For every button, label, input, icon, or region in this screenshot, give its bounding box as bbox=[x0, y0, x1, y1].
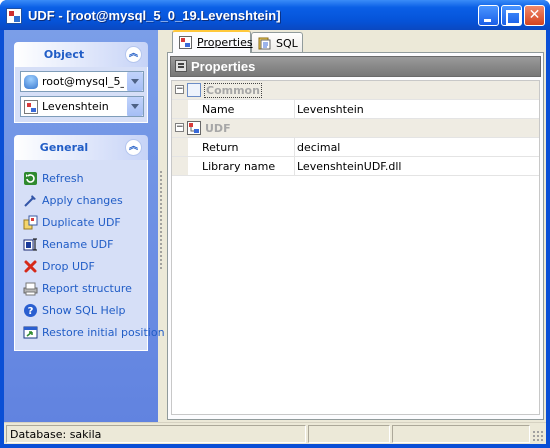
refresh-icon bbox=[24, 172, 37, 185]
udf-category-icon bbox=[187, 121, 201, 135]
help-icon: ? bbox=[24, 304, 37, 317]
object-panel-title: Object bbox=[43, 48, 85, 61]
window-title: UDF - [root@mysql_5_0_19.Levenshtein] bbox=[28, 8, 281, 23]
minimize-button[interactable] bbox=[478, 5, 499, 26]
tab-properties[interactable]: Properties bbox=[172, 30, 253, 53]
property-value[interactable]: decimal bbox=[297, 141, 340, 154]
resize-grip-icon[interactable] bbox=[532, 430, 544, 442]
connection-value: root@mysql_5_0_19 bbox=[42, 75, 124, 88]
tab-properties-label: Properties bbox=[197, 36, 253, 49]
properties-header-icon bbox=[175, 60, 187, 72]
chevron-down-icon[interactable] bbox=[126, 97, 143, 116]
udf-window: UDF - [root@mysql_5_0_19.Levenshtein] ✕ … bbox=[0, 0, 550, 448]
drop-udf-label: Drop UDF bbox=[42, 260, 95, 273]
connection-select[interactable]: root@mysql_5_0_19 bbox=[20, 71, 144, 92]
status-database: Database: sakila bbox=[6, 425, 306, 443]
properties-page: Properties − Common Name Levenshtein − U… bbox=[167, 52, 544, 420]
general-collapse-icon[interactable]: ︽ bbox=[125, 139, 142, 156]
app-icon[interactable] bbox=[6, 8, 22, 24]
drop-icon bbox=[24, 260, 37, 273]
duplicate-udf-link[interactable]: Duplicate UDF bbox=[23, 214, 153, 232]
tab-strip: Properties SQL bbox=[168, 30, 546, 53]
restore-position-label: Restore initial position bbox=[42, 326, 165, 339]
property-value[interactable]: Levenshtein bbox=[297, 103, 364, 116]
panel-splitter[interactable] bbox=[159, 170, 163, 270]
rename-udf-link[interactable]: Rename UDF bbox=[23, 236, 153, 254]
rename-udf-label: Rename UDF bbox=[42, 238, 114, 251]
status-bar: Database: sakila bbox=[4, 422, 546, 444]
duplicate-udf-label: Duplicate UDF bbox=[42, 216, 121, 229]
tab-sql[interactable]: SQL bbox=[251, 32, 303, 53]
category-common[interactable]: − Common bbox=[172, 81, 539, 100]
property-name: Library name bbox=[202, 160, 276, 173]
property-grid: − Common Name Levenshtein − UDF Return d… bbox=[171, 80, 540, 415]
show-sql-help-link[interactable]: ? Show SQL Help bbox=[23, 302, 153, 320]
report-structure-link[interactable]: Report structure bbox=[23, 280, 153, 298]
close-icon: ✕ bbox=[528, 7, 541, 23]
udf-value: Levenshtein bbox=[42, 100, 109, 113]
property-row-name[interactable]: Name Levenshtein bbox=[172, 100, 539, 119]
status-panel-3 bbox=[392, 425, 530, 443]
rename-icon bbox=[23, 238, 37, 251]
property-value[interactable]: LevenshteinUDF.dll bbox=[297, 160, 401, 173]
refresh-link[interactable]: Refresh bbox=[23, 170, 153, 188]
object-collapse-icon[interactable]: ︽ bbox=[125, 46, 142, 63]
category-common-label: Common bbox=[204, 83, 262, 98]
udf-select[interactable]: Levenshtein bbox=[20, 96, 144, 117]
object-panel: root@mysql_5_0_19 Levenshtein bbox=[14, 67, 148, 123]
properties-header: Properties bbox=[170, 56, 541, 77]
refresh-label: Refresh bbox=[42, 172, 84, 185]
category-udf-label: UDF bbox=[205, 122, 231, 135]
tab-sql-label: SQL bbox=[276, 37, 298, 50]
sidebar: Object ︽ root@mysql_5_0_19 Levenshtein G… bbox=[4, 30, 165, 422]
client-area: Object ︽ root@mysql_5_0_19 Levenshtein G… bbox=[4, 30, 546, 444]
chevron-down-icon[interactable] bbox=[126, 72, 143, 91]
drop-udf-link[interactable]: Drop UDF bbox=[23, 258, 153, 276]
restore-position-link[interactable]: Restore initial position bbox=[23, 324, 165, 342]
sql-icon bbox=[258, 37, 271, 50]
status-panel-2 bbox=[308, 425, 390, 443]
collapse-icon[interactable]: − bbox=[175, 123, 184, 132]
general-panel: Refresh Apply changes Duplicate UDF Rena… bbox=[14, 160, 165, 351]
report-icon bbox=[23, 282, 38, 296]
duplicate-icon bbox=[23, 215, 38, 230]
apply-icon bbox=[24, 195, 36, 207]
apply-changes-label: Apply changes bbox=[42, 194, 123, 207]
report-structure-label: Report structure bbox=[42, 282, 132, 295]
category-udf[interactable]: − UDF bbox=[172, 119, 539, 138]
property-name: Return bbox=[202, 141, 239, 154]
title-bar[interactable]: UDF - [root@mysql_5_0_19.Levenshtein] ✕ bbox=[0, 0, 550, 30]
general-panel-title: General bbox=[39, 141, 89, 154]
apply-changes-link[interactable]: Apply changes bbox=[23, 192, 153, 210]
collapse-icon[interactable]: − bbox=[175, 85, 184, 94]
object-panel-header[interactable]: Object ︽ bbox=[14, 42, 148, 67]
close-button[interactable]: ✕ bbox=[524, 5, 545, 26]
property-row-library-name[interactable]: Library name LevenshteinUDF.dll bbox=[172, 157, 539, 176]
properties-icon bbox=[179, 36, 192, 49]
properties-header-title: Properties bbox=[191, 59, 256, 74]
svg-text:?: ? bbox=[28, 306, 34, 317]
common-category-icon bbox=[187, 83, 201, 97]
general-panel-header[interactable]: General ︽ bbox=[14, 135, 148, 160]
database-icon bbox=[24, 75, 38, 89]
udf-icon bbox=[24, 100, 38, 114]
property-row-return[interactable]: Return decimal bbox=[172, 138, 539, 157]
property-name: Name bbox=[202, 103, 235, 116]
maximize-button[interactable] bbox=[501, 5, 522, 26]
show-sql-help-label: Show SQL Help bbox=[42, 304, 126, 317]
restore-icon bbox=[23, 326, 38, 339]
status-database-text: Database: sakila bbox=[10, 428, 102, 441]
